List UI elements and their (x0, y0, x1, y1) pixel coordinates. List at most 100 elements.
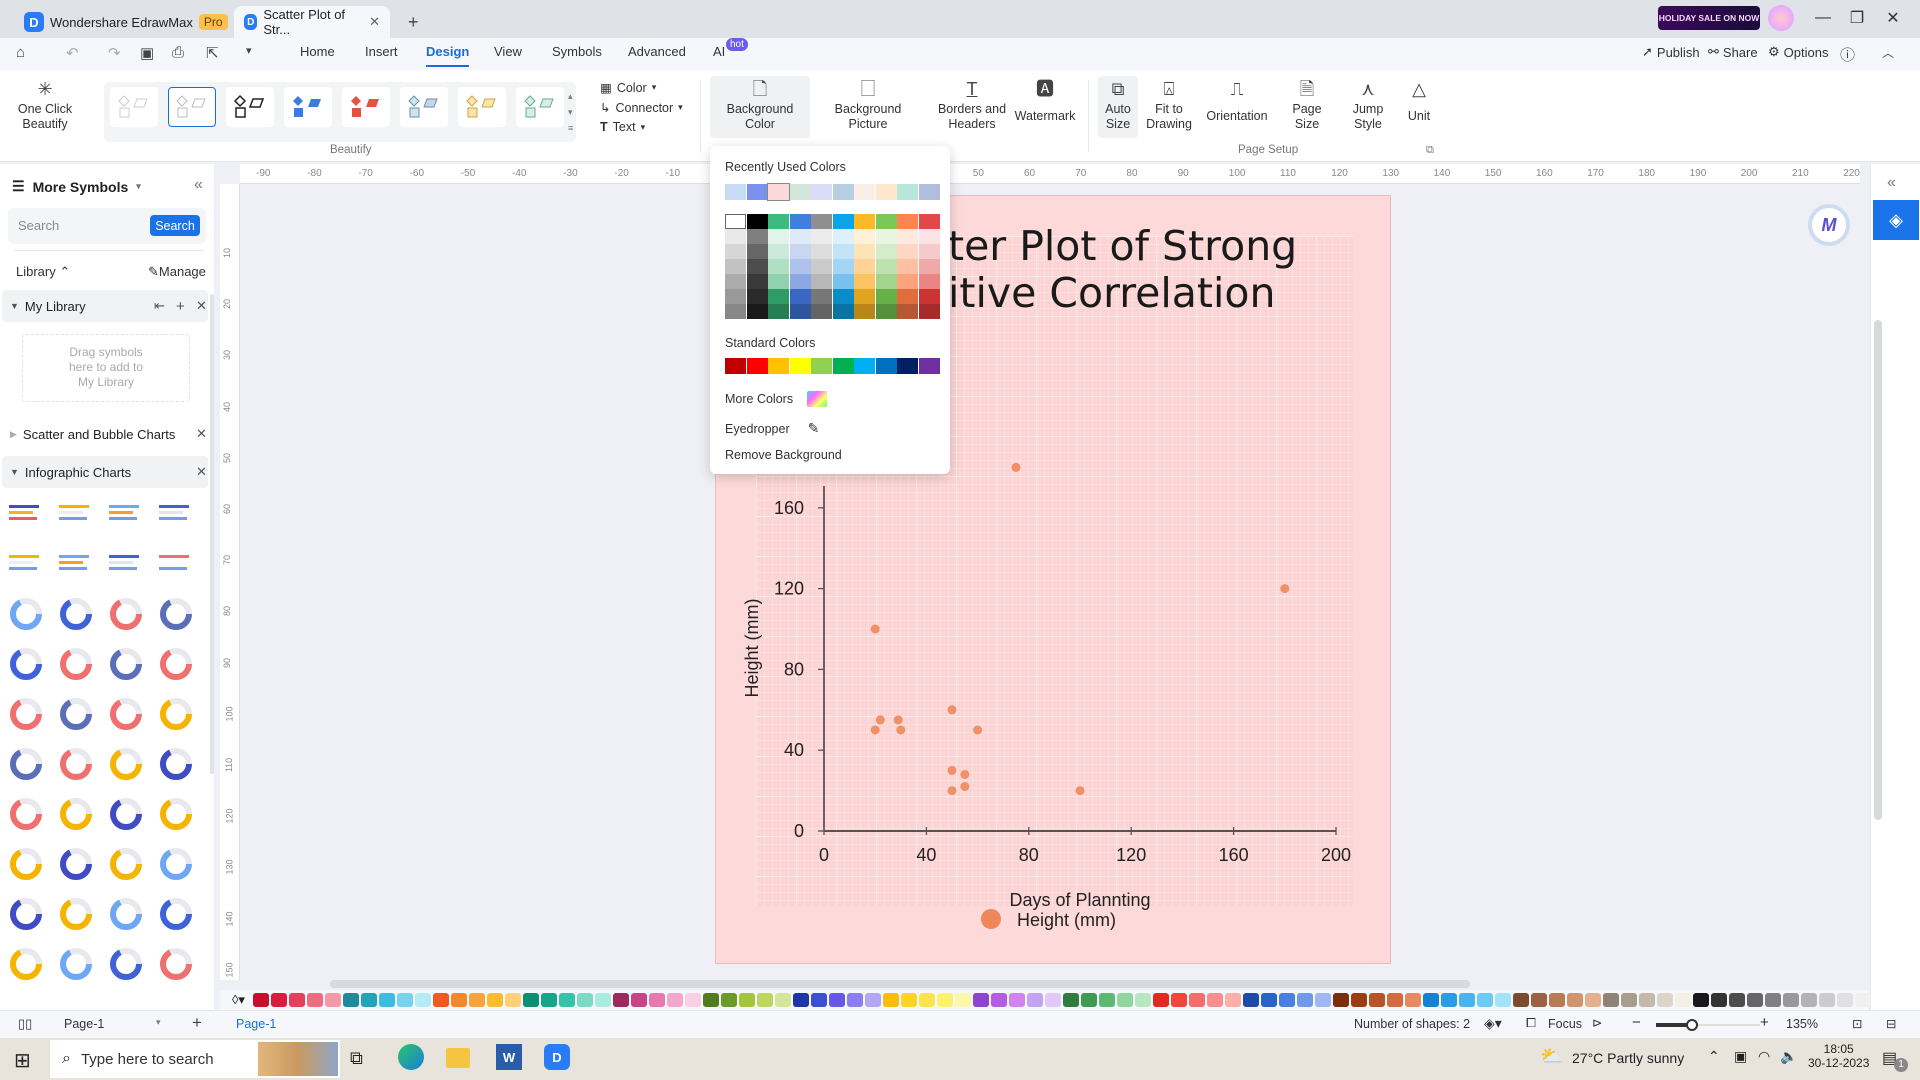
quick-color-swatch[interactable] (1782, 993, 1799, 1007)
recent-color-swatch[interactable] (725, 184, 746, 200)
quick-color-swatch[interactable] (396, 993, 413, 1007)
theme-shade-swatch[interactable] (789, 289, 811, 304)
page-setup-dialog-icon[interactable]: ⧉ (1426, 144, 1434, 157)
chart-thumbnail[interactable] (106, 594, 146, 634)
orientation-button[interactable]: ⎍ Orientation (1204, 76, 1270, 124)
quick-color-swatch[interactable] (270, 993, 287, 1007)
export-icon[interactable]: ⇱ (206, 44, 219, 62)
theme-shade-swatch[interactable] (918, 229, 940, 244)
more-symbols-dropdown[interactable]: ☰ More Symbols ▾ (12, 178, 141, 195)
avatar[interactable] (1768, 5, 1794, 31)
minimize-button[interactable]: — (1808, 6, 1838, 30)
quick-color-swatch[interactable] (342, 993, 359, 1007)
chart-thumbnail[interactable] (106, 844, 146, 884)
quick-color-swatch[interactable] (738, 993, 755, 1007)
chart-thumbnail[interactable] (56, 594, 96, 634)
standard-color-swatch[interactable] (768, 358, 789, 374)
tab-view[interactable]: View (494, 44, 522, 59)
style-option-1[interactable] (110, 87, 158, 127)
theme-color-swatch[interactable] (789, 214, 811, 229)
quick-color-swatch[interactable] (1440, 993, 1457, 1007)
quick-color-swatch[interactable] (1512, 993, 1529, 1007)
theme-shade-swatch[interactable] (746, 274, 768, 289)
quick-color-swatch[interactable] (288, 993, 305, 1007)
quick-color-swatch[interactable] (792, 993, 809, 1007)
theme-shade-swatch[interactable] (875, 259, 897, 274)
theme-shade-swatch[interactable] (811, 274, 832, 289)
quick-color-swatch[interactable] (1584, 993, 1601, 1007)
standard-color-swatch[interactable] (746, 358, 768, 374)
style-option-4[interactable] (284, 87, 332, 127)
task-view-icon[interactable]: ⧉ (350, 1048, 363, 1069)
quick-color-swatch[interactable] (252, 993, 269, 1007)
chart-thumbnail[interactable] (156, 794, 196, 834)
theme-shade-swatch[interactable] (768, 259, 789, 274)
tab-design[interactable]: Design (426, 44, 470, 67)
recent-color-swatch[interactable] (918, 184, 940, 200)
chart-thumbnail[interactable] (56, 644, 96, 684)
style-option-8[interactable] (516, 87, 564, 127)
gallery-scroll-arrows[interactable]: ▴ ▾ ≡ (568, 88, 573, 136)
tray-expand-icon[interactable]: ⌃ (1708, 1048, 1720, 1065)
quick-color-swatch[interactable] (1548, 993, 1565, 1007)
quick-color-swatch[interactable] (306, 993, 323, 1007)
chart-thumbnail[interactable] (106, 944, 146, 984)
theme-shade-swatch[interactable] (811, 244, 832, 259)
quick-access-more-icon[interactable]: ▾ (246, 44, 252, 57)
quick-color-swatch[interactable] (1494, 993, 1511, 1007)
play-icon[interactable]: ⊳ (1592, 1015, 1602, 1030)
quick-color-swatch[interactable] (954, 993, 971, 1007)
standard-color-swatch[interactable] (854, 358, 875, 374)
theme-color-swatch[interactable] (768, 214, 789, 229)
page-size-button[interactable]: 🗎 Page Size (1286, 76, 1328, 132)
theme-shade-swatch[interactable] (746, 229, 768, 244)
chart-thumbnail[interactable] (56, 494, 96, 534)
theme-color-swatch[interactable] (811, 214, 832, 229)
theme-color-swatch[interactable] (918, 214, 940, 229)
quick-color-swatch[interactable] (1656, 993, 1673, 1007)
chart-thumbnail[interactable] (106, 694, 146, 734)
theme-color-swatch[interactable] (725, 214, 746, 229)
theme-shade-swatch[interactable] (875, 244, 897, 259)
chart-thumbnail[interactable] (156, 844, 196, 884)
chart-thumbnail[interactable] (6, 744, 46, 784)
theme-color-swatch[interactable] (854, 214, 875, 229)
zoom-level[interactable]: 135% (1786, 1017, 1818, 1031)
vertical-scrollbar[interactable] (1874, 320, 1882, 820)
theme-shade-swatch[interactable] (725, 259, 746, 274)
quick-color-swatch[interactable] (1098, 993, 1115, 1007)
quick-color-swatch[interactable] (1530, 993, 1547, 1007)
quick-color-swatch[interactable] (1026, 993, 1043, 1007)
theme-shade-swatch[interactable] (725, 274, 746, 289)
auto-size-button[interactable]: ⧉ Auto Size (1098, 76, 1138, 138)
quick-color-swatch[interactable] (1224, 993, 1241, 1007)
my-library-section[interactable]: ▼ My Library ⇤ + ✕ (2, 290, 208, 322)
quick-color-swatch[interactable] (990, 993, 1007, 1007)
remove-background-button[interactable]: Remove Background (725, 448, 842, 462)
chart-thumbnail[interactable] (156, 694, 196, 734)
add-icon[interactable]: + (176, 298, 185, 315)
theme-shade-swatch[interactable] (725, 289, 746, 304)
quick-color-swatch[interactable] (1296, 993, 1313, 1007)
quick-color-swatch[interactable] (1458, 993, 1475, 1007)
quick-color-swatch[interactable] (450, 993, 467, 1007)
theme-shade-swatch[interactable] (768, 274, 789, 289)
watermark-button[interactable]: 🅰 Watermark (1010, 76, 1080, 124)
chart-thumbnail[interactable] (56, 544, 96, 584)
connector-dropdown[interactable]: ↳ Connector ▾ (600, 100, 683, 116)
recent-color-swatch[interactable] (811, 184, 832, 200)
theme-shade-swatch[interactable] (897, 259, 918, 274)
background-picture-button[interactable]: 🗌 Background Picture (818, 76, 918, 132)
close-icon[interactable]: ✕ (196, 426, 207, 442)
theme-shade-swatch[interactable] (789, 304, 811, 319)
standard-color-swatch[interactable] (725, 358, 746, 374)
theme-shade-swatch[interactable] (875, 304, 897, 319)
restore-button[interactable]: ❐ (1842, 6, 1872, 30)
quick-color-swatch[interactable] (1728, 993, 1745, 1007)
focus-icon[interactable]: ⧠ (1526, 1016, 1536, 1031)
quick-color-swatch[interactable] (648, 993, 665, 1007)
holiday-sale-banner[interactable]: HOLIDAY SALE ON NOW (1658, 6, 1760, 30)
chart-thumbnail[interactable] (156, 494, 196, 534)
quick-color-swatch[interactable] (756, 993, 773, 1007)
chart-thumbnail[interactable] (56, 794, 96, 834)
